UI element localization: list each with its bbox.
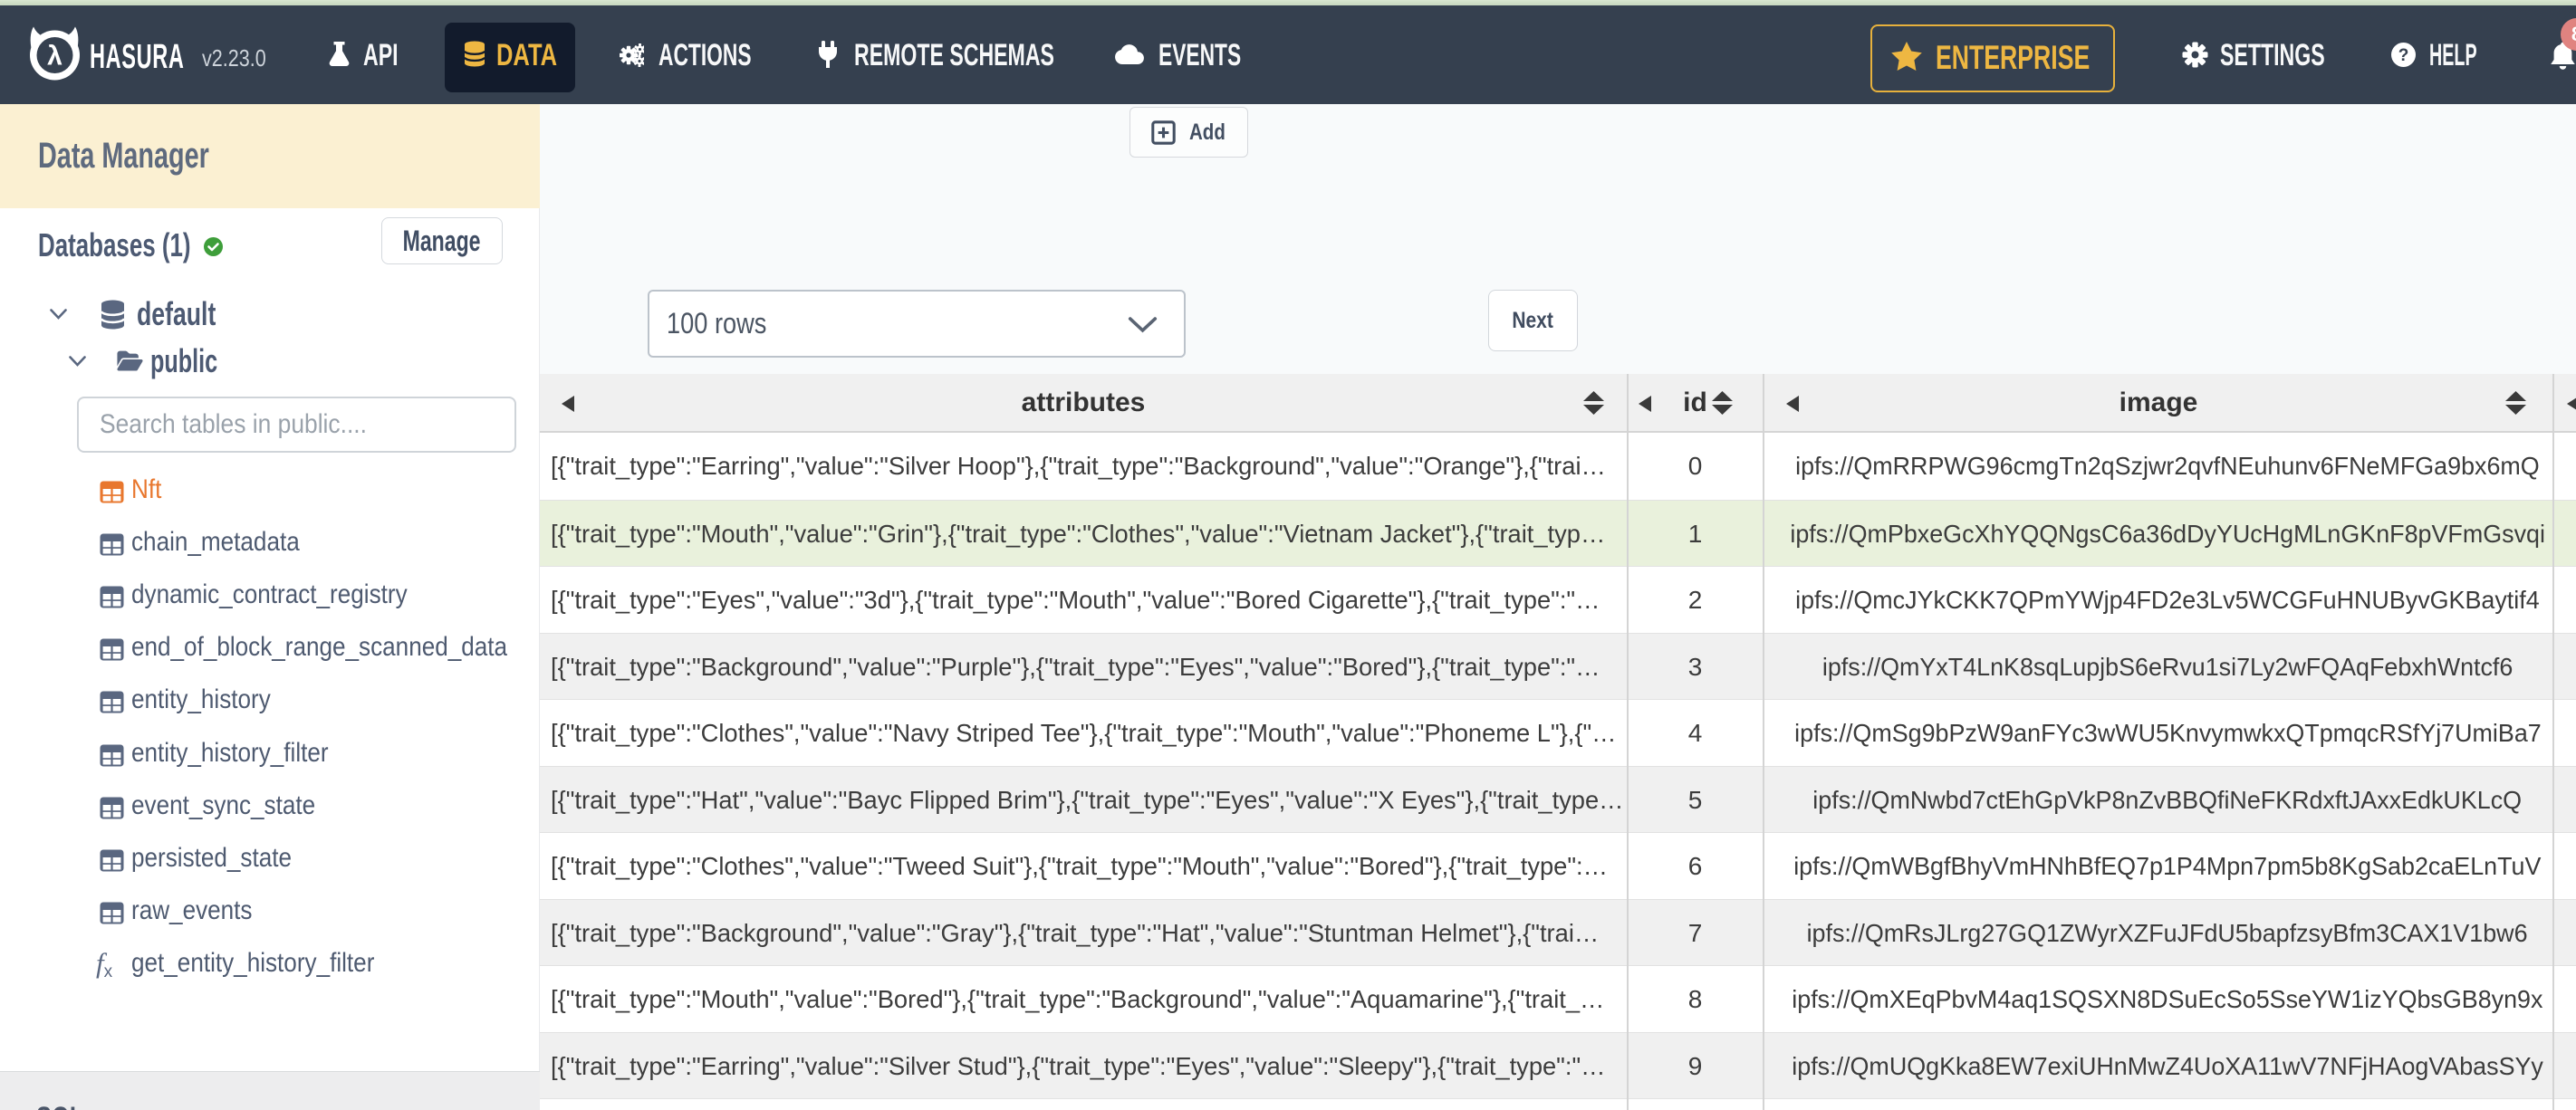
svg-text:?: ? bbox=[2398, 46, 2409, 65]
svg-text:λ: λ bbox=[47, 42, 62, 72]
